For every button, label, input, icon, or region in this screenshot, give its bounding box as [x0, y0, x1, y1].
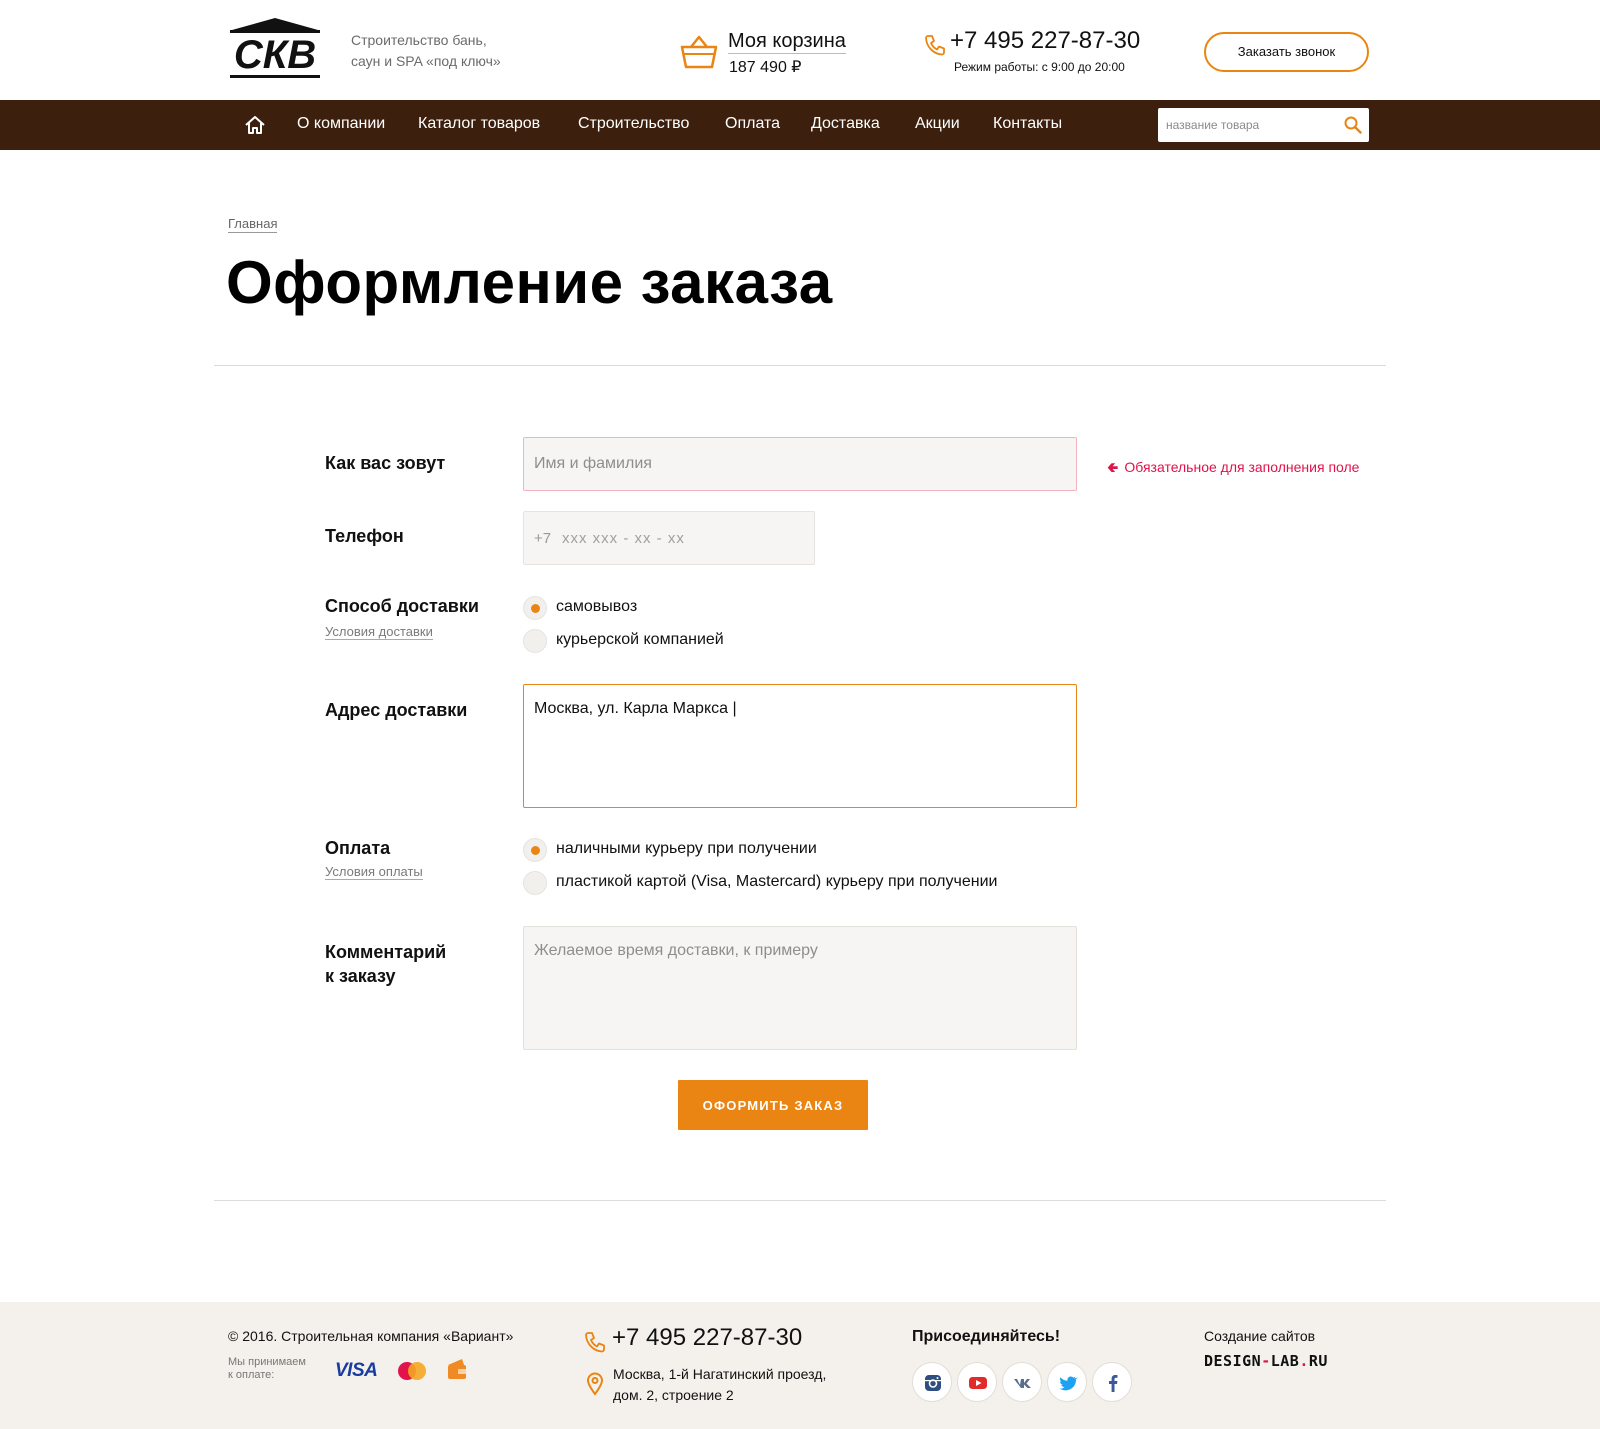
top-divider — [214, 365, 1386, 366]
required-note-text: Обязательное для заполнения поле — [1124, 459, 1360, 475]
nav-item-about[interactable]: О компании — [297, 115, 385, 133]
logo-text: СКВ — [234, 33, 316, 77]
site-footer: © 2016. Строительная компания «Вариант» … — [0, 1302, 1600, 1429]
company-logo[interactable]: СКВ — [228, 16, 322, 80]
header-phone[interactable]: +7 495 227-87-30 — [950, 27, 1140, 55]
dev-logo-separator: - — [1261, 1352, 1271, 1370]
radio-card[interactable] — [523, 871, 547, 895]
comment-label-line-1: Комментарий — [325, 942, 447, 962]
page-title: Оформление заказа — [226, 249, 833, 316]
social-facebook[interactable] — [1092, 1362, 1132, 1402]
dev-logo-part-2: LAB — [1270, 1352, 1300, 1370]
payment-methods-label: Мы принимаем к оплате: — [228, 1356, 306, 1382]
payment-terms-link[interactable]: Условия оплаты — [325, 864, 423, 880]
footer-phone-icon — [585, 1332, 605, 1353]
social-twitter[interactable] — [1047, 1362, 1087, 1402]
footer-address: Москва, 1-й Нагатинский проезд, дом. 2, … — [613, 1364, 826, 1406]
youtube-icon — [969, 1377, 987, 1389]
radio-pickup-label[interactable]: самовывоз — [556, 598, 637, 616]
bottom-divider — [214, 1200, 1386, 1201]
location-pin-icon — [586, 1372, 604, 1396]
cart-widget[interactable]: Моя корзина 187 490 ₽ — [680, 30, 870, 80]
site-header: СКВ Строительство бань, саун и SPA «под … — [0, 0, 1600, 100]
nav-item-catalog[interactable]: Каталог товаров — [418, 115, 540, 133]
comment-label: Комментарий к заказу — [325, 940, 446, 988]
address-label: Адрес доставки — [325, 700, 468, 720]
nav-item-contacts[interactable]: Контакты — [993, 115, 1062, 133]
required-field-note: 🢀 Обязательное для заполнения поле — [1107, 457, 1359, 481]
delivery-terms-link[interactable]: Условия доставки — [325, 624, 433, 640]
nav-item-promotions[interactable]: Акции — [915, 115, 960, 133]
product-search — [1158, 108, 1369, 142]
social-join-title: Присоединяйтесь! — [912, 1328, 1061, 1345]
wallet-icon — [448, 1359, 466, 1379]
vk-icon — [1014, 1379, 1031, 1388]
visa-logo: VISA — [335, 1360, 378, 1381]
radio-cash-label[interactable]: наличными курьеру при получении — [556, 840, 817, 858]
callback-button[interactable]: Заказать звонок — [1204, 32, 1369, 72]
name-label: Как вас зовут — [325, 453, 446, 473]
twitter-icon — [1059, 1376, 1078, 1391]
social-instagram[interactable] — [912, 1362, 952, 1402]
comment-label-line-2: к заказу — [325, 966, 396, 986]
cart-title[interactable]: Моя корзина — [728, 29, 846, 54]
radio-card-label[interactable]: пластикой картой (Visa, Mastercard) курь… — [556, 873, 997, 891]
address-textarea[interactable]: Москва, ул. Карла Маркса | — [523, 684, 1077, 808]
copyright: © 2016. Строительная компания «Вариант» — [228, 1328, 514, 1344]
phone-prefix: +7 — [534, 530, 552, 547]
arrow-left-icon: 🢀 — [1107, 459, 1119, 475]
name-input[interactable] — [523, 437, 1077, 491]
mastercard-icon — [398, 1362, 426, 1380]
social-vk[interactable] — [1002, 1362, 1042, 1402]
social-youtube[interactable] — [957, 1362, 997, 1402]
tagline-line-1: Строительство бань, — [351, 32, 487, 48]
radio-cash[interactable] — [523, 838, 547, 862]
developer-label: Создание сайтов — [1204, 1328, 1316, 1344]
breadcrumb-home[interactable]: Главная — [228, 216, 278, 233]
search-icon[interactable] — [1344, 116, 1362, 134]
radio-courier[interactable] — [523, 629, 547, 653]
search-input[interactable] — [1158, 108, 1338, 142]
main-nav: О компании Каталог товаров Строительство… — [0, 100, 1600, 150]
working-hours: Режим работы: с 9:00 до 20:00 — [954, 60, 1125, 74]
address-line-1: Москва, 1-й Нагатинский проезд, — [613, 1366, 827, 1382]
footer-phone[interactable]: +7 495 227-87-30 — [612, 1324, 802, 1352]
submit-order-button[interactable]: ОФОРМИТЬ ЗАКАЗ — [678, 1080, 868, 1130]
dev-logo-dot: . — [1299, 1352, 1309, 1370]
facebook-icon — [1109, 1375, 1118, 1392]
home-icon[interactable] — [244, 114, 266, 136]
phone-icon — [925, 35, 945, 56]
instagram-icon — [925, 1375, 941, 1391]
radio-courier-label[interactable]: курьерской компанией — [556, 631, 724, 649]
dev-logo-part-1: DESIGN — [1204, 1352, 1262, 1370]
delivery-method-label: Способ доставки — [325, 596, 479, 616]
pay-label-line-2: к оплате: — [228, 1369, 275, 1381]
tagline-line-2: саун и SPA «под ключ» — [351, 53, 501, 69]
payment-label: Оплата — [325, 838, 391, 858]
nav-item-construction[interactable]: Строительство — [578, 115, 689, 133]
comment-textarea[interactable] — [523, 926, 1077, 1050]
nav-item-delivery[interactable]: Доставка — [811, 115, 880, 133]
address-line-2: дом. 2, строение 2 — [613, 1387, 734, 1403]
cart-sum: 187 490 ₽ — [729, 59, 802, 76]
phone-field: +7 — [523, 511, 815, 565]
radio-pickup[interactable] — [523, 596, 547, 620]
phone-label: Телефон — [325, 526, 404, 546]
nav-item-payment[interactable]: Оплата — [725, 115, 780, 133]
developer-logo[interactable]: DESIGN-LAB.RU — [1204, 1352, 1328, 1370]
phone-input[interactable] — [560, 512, 810, 564]
basket-icon — [680, 35, 718, 69]
company-tagline: Строительство бань, саун и SPA «под ключ… — [351, 30, 501, 72]
pay-label-line-1: Мы принимаем — [228, 1356, 306, 1368]
dev-logo-part-3: RU — [1308, 1352, 1328, 1370]
